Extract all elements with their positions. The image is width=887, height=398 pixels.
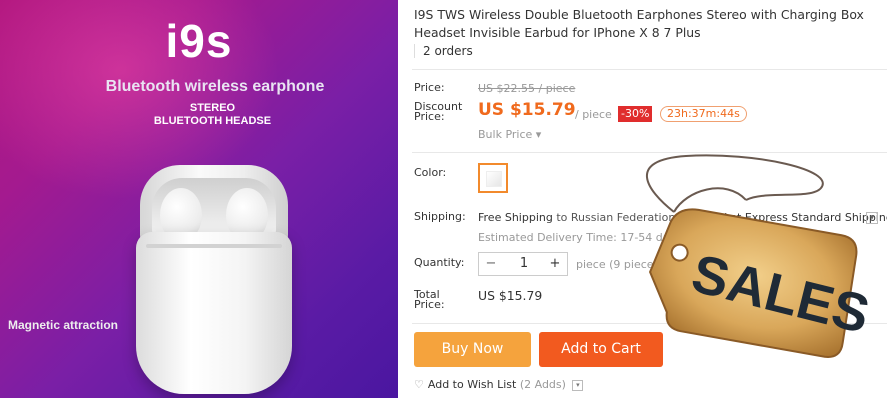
sales-tag-graphic: SALES <box>646 154 875 358</box>
hero-stereo-line1: STEREO <box>189 102 236 114</box>
swatch-thumbnail <box>486 171 502 187</box>
color-label: Color: <box>414 166 447 179</box>
bulk-price-dropdown[interactable]: Bulk Price ▾ <box>478 128 541 141</box>
countdown-timer: 23h:37m:44s <box>660 106 747 122</box>
case-hinge <box>146 244 282 248</box>
sales-tag: SALES <box>626 150 887 360</box>
color-swatch-white[interactable] <box>478 163 508 193</box>
heart-icon: ♡ <box>414 378 424 391</box>
shipping-label: Shipping: <box>414 210 466 223</box>
hero-title: i9s <box>165 15 233 67</box>
product-title: I9S TWS Wireless Double Bluetooth Earpho… <box>414 7 864 40</box>
quantity-decrease-button[interactable]: − <box>479 253 503 275</box>
price-unit: / piece <box>575 108 612 121</box>
price-label: Price: <box>414 81 445 94</box>
total-label-line2: Price: <box>414 298 445 311</box>
charging-case <box>136 232 292 394</box>
discount-label-line2: Price: <box>414 110 445 123</box>
total-price-label: Total Price: <box>414 289 445 311</box>
chevron-down-icon[interactable]: ▾ <box>572 379 584 391</box>
hero-subtitle: Bluetooth wireless earphone <box>105 78 325 95</box>
divider <box>412 69 887 70</box>
total-price: US $15.79 <box>478 288 543 303</box>
buy-now-button[interactable]: Buy Now <box>414 332 531 367</box>
discount-badge: -30% <box>618 106 653 122</box>
discount-price-label: Discount Price: <box>414 101 462 123</box>
free-shipping-text: Free Shipping <box>478 211 553 224</box>
quantity-label: Quantity: <box>414 256 465 269</box>
hero-magnetic-text: Magnetic attraction <box>8 318 119 332</box>
quantity-input[interactable]: 1 <box>503 253 545 275</box>
wishlist-count: (2 Adds) <box>519 378 566 391</box>
quantity-increase-button[interactable]: + <box>543 253 567 275</box>
add-to-wishlist-link[interactable]: ♡ Add to Wish List (2 Adds) ▾ <box>414 378 584 391</box>
quantity-stepper: − 1 + <box>478 252 568 276</box>
product-image[interactable]: i9s Bluetooth wireless earphone STEREO B… <box>0 0 398 398</box>
current-price: US $15.79 <box>478 100 576 120</box>
hero-stereo-text: STEREO BLUETOOTH HEADSE <box>0 102 398 128</box>
wishlist-label: Add to Wish List <box>427 378 517 391</box>
hero-stereo-line2: BLUETOOTH HEADSE <box>153 115 272 127</box>
orders-count[interactable]: 2 orders <box>414 44 473 58</box>
original-price: US $22.55 / piece <box>478 82 576 95</box>
